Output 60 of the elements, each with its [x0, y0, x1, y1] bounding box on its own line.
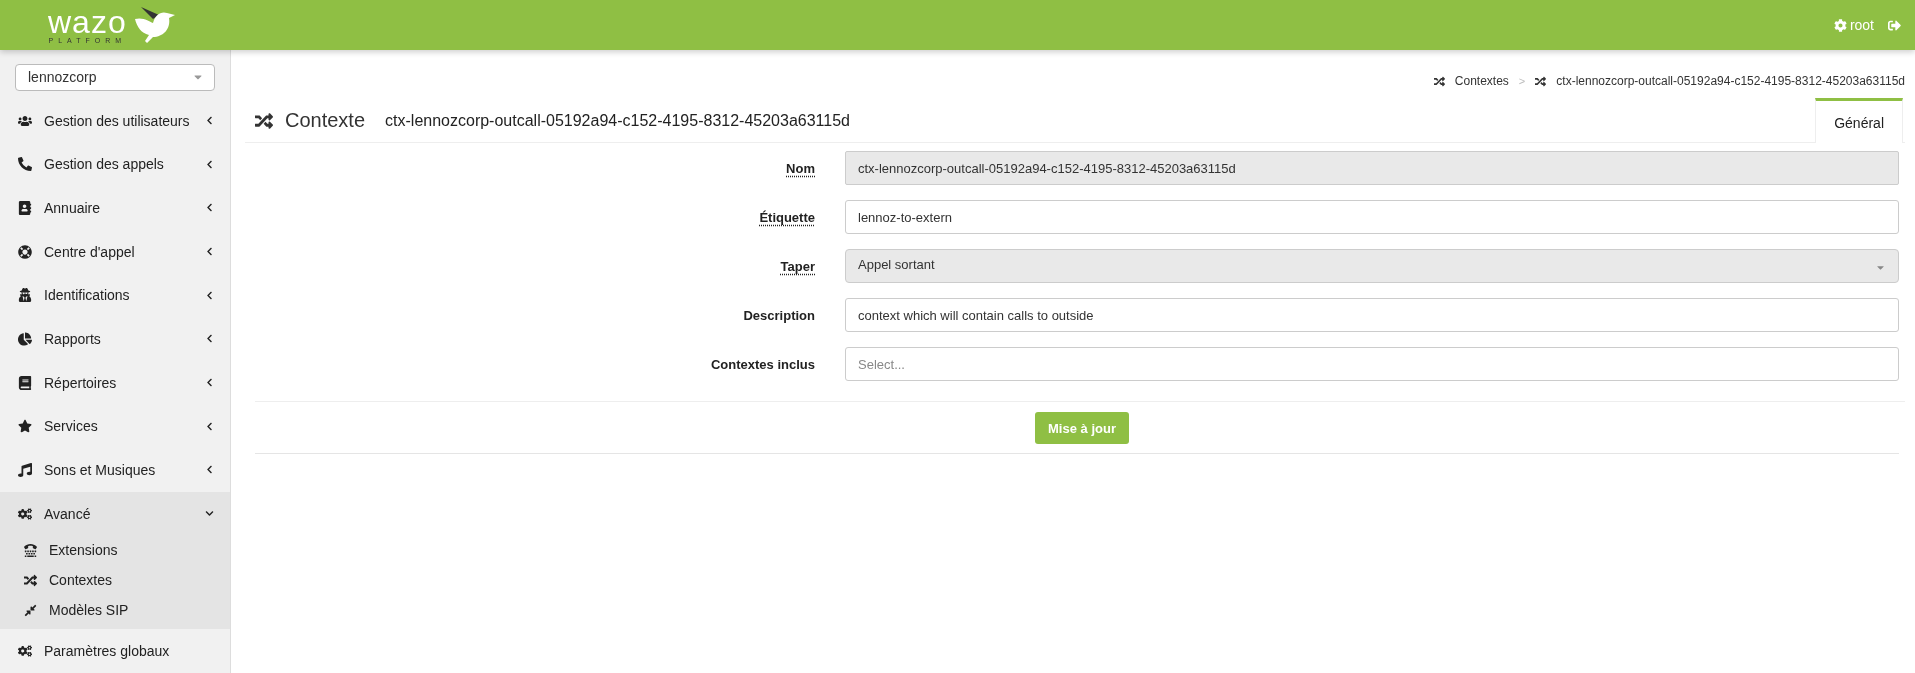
chevron-left-icon — [205, 247, 214, 257]
shuffle-icon — [255, 111, 273, 130]
chevron-left-icon — [205, 116, 214, 126]
star-icon — [18, 419, 32, 434]
field-label: Description — [743, 307, 815, 323]
page-title: Contexte — [285, 109, 366, 132]
page-subtitle: ctx-lennozcorp-outcall-05192a94-c152-4195-8312-45203a63115d — [385, 111, 850, 130]
sidebar-menu-item[interactable]: Sons et Musiques — [0, 448, 230, 492]
field-label: Nom — [786, 160, 815, 176]
tab[interactable]: Général — [1815, 98, 1903, 143]
book-icon — [18, 375, 32, 390]
field-label: Étiquette — [759, 209, 815, 225]
submenu-item[interactable]: Extensions — [0, 535, 230, 566]
chevron-left-icon — [205, 465, 214, 475]
sidebar-menu-item[interactable]: Avancé — [0, 491, 230, 536]
field-label: Taper — [780, 258, 815, 274]
chevron-left-icon — [205, 421, 214, 431]
submenu-item[interactable]: Contextes — [0, 565, 230, 596]
field-label: Contextes inclus — [710, 356, 815, 372]
text-field[interactable]: lennoz-to-extern — [845, 200, 1899, 234]
chevron-left-icon — [205, 203, 214, 213]
compress-arrows-icon — [24, 603, 37, 617]
breadcrumb-separator: > — [1518, 75, 1526, 87]
sidebar-menu-item[interactable]: Rapports — [0, 317, 230, 361]
users-icon — [18, 113, 32, 128]
text-field[interactable]: context which will contain calls to outside — [845, 298, 1899, 332]
life-ring-icon — [18, 244, 32, 259]
logo-text: wazo — [48, 6, 127, 37]
chevron-left-icon — [205, 378, 214, 388]
user-secret-icon — [18, 288, 32, 303]
phone-icon — [18, 157, 32, 172]
multi-select-field[interactable]: Select... — [845, 347, 1899, 381]
sidebar-menu-item[interactable]: Services — [0, 404, 230, 449]
chevron-left-icon — [205, 290, 214, 300]
settings-icon — [1833, 18, 1847, 32]
bird-logo-icon — [132, 5, 177, 45]
tenant-select[interactable]: lennozcorp — [15, 64, 215, 91]
sidebar-menu-item[interactable]: Gestion des utilisateurs — [0, 98, 230, 143]
gears-icon — [18, 506, 32, 521]
logout-icon[interactable] — [1888, 18, 1901, 32]
chevron-left-icon — [205, 159, 214, 169]
address-book-icon — [18, 200, 32, 215]
sidebar-menu-item[interactable]: Répertoires — [0, 360, 230, 405]
gears-icon — [18, 644, 32, 659]
sidebar-menu-item[interactable]: Paramètres globaux — [0, 629, 230, 673]
pie-chart-icon — [18, 331, 32, 346]
phone-keypad-icon — [24, 543, 37, 557]
breadcrumb-link[interactable]: Contextes — [1454, 74, 1509, 88]
chevron-left-icon — [205, 334, 214, 344]
chevron-down-icon — [205, 509, 214, 519]
sidebar-menu-item[interactable]: Identifications — [0, 273, 230, 318]
music-icon — [18, 462, 32, 477]
shuffle-icon — [1535, 75, 1547, 87]
shuffle-icon — [24, 573, 37, 587]
sidebar-menu-item[interactable]: Centre d'appel — [0, 229, 230, 274]
breadcrumb-link[interactable]: ctx-lennozcorp-outcall-05192a94-c152-4195-8312-45203a63115d — [1556, 74, 1905, 88]
submenu-item[interactable]: Modèles SIP — [0, 595, 230, 626]
shuffle-icon — [1433, 75, 1445, 87]
sidebar-menu-item[interactable]: Gestion des appels — [0, 142, 230, 187]
sidebar-menu-item[interactable]: Annuaire — [0, 186, 230, 230]
